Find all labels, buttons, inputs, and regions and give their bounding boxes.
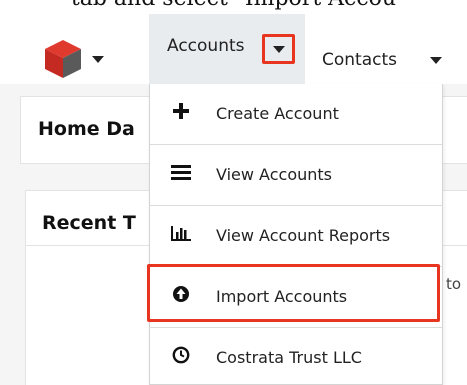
instruction-caption: tab and select "Import Accou [0,0,467,11]
dashlet-title: Recent T [42,212,136,234]
highlight-annotation [147,264,440,322]
menu-item-view-account-reports[interactable]: View Account Reports [150,206,442,266]
clock-icon [170,344,192,366]
chevron-down-icon[interactable] [92,56,104,63]
logo-cube-icon[interactable] [42,38,84,80]
menu-item-create-account[interactable]: Create Account [150,84,442,144]
accounts-dropdown-menu: Create Account View Accounts View Accoun… [149,84,443,385]
accounts-dropdown-toggle[interactable] [262,34,295,64]
chevron-down-icon[interactable] [430,57,442,64]
top-navbar: Accounts Contacts [0,14,467,84]
tab-accounts[interactable]: Accounts [149,14,305,84]
plus-icon [170,100,192,122]
menu-item-recent-account[interactable]: Costrata Trust LLC [150,328,442,385]
chevron-down-icon [273,46,285,53]
page-title: Home Da [38,118,135,140]
list-icon [170,161,192,183]
dashlet-text-fragment: to [446,275,462,293]
menu-item-label: Costrata Trust LLC [216,348,362,367]
menu-item-view-accounts[interactable]: View Accounts [150,145,442,205]
bar-chart-icon [170,222,192,244]
menu-item-label: Create Account [216,104,339,123]
tab-contacts[interactable]: Contacts [322,50,397,70]
menu-item-label: View Accounts [216,165,332,184]
menu-item-label: View Account Reports [216,226,391,245]
tab-accounts-label[interactable]: Accounts [167,36,245,56]
